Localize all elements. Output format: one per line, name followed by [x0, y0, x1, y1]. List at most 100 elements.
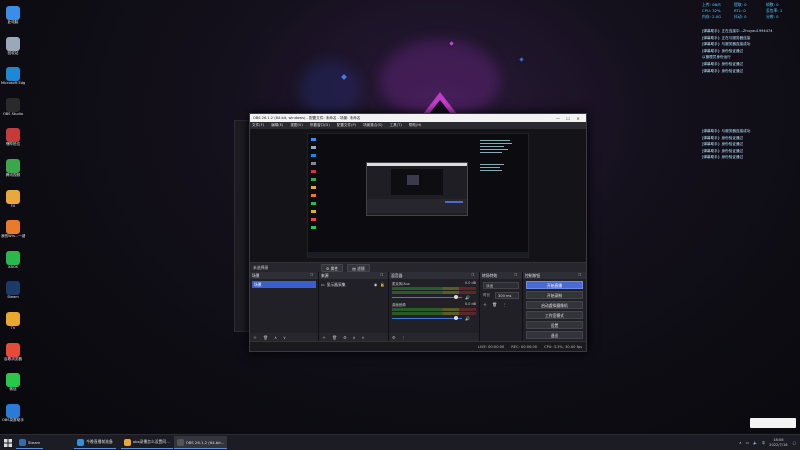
start-virtual-camera-button[interactable]: 启动虚拟摄像机 — [526, 301, 583, 309]
nested-obs-window — [366, 162, 468, 216]
desktop-icon[interactable]: XBOX — [1, 250, 25, 269]
notification-icon[interactable]: ▢ — [793, 441, 796, 445]
volume-icon[interactable]: 🔈 — [753, 441, 757, 445]
speaker-icon[interactable]: 🔊 — [465, 295, 470, 300]
scene-item[interactable]: 场景 — [252, 281, 316, 288]
obs-titlebar[interactable]: OBS 26.1.2 (64-bit, windows) - 配置文件: 未命名… — [250, 114, 586, 122]
desktop-icon[interactable]: OBS录屏助手 — [1, 403, 25, 422]
exit-button[interactable]: 退出 — [526, 331, 583, 339]
sources-header: 来源 — [321, 273, 329, 278]
desktop-icon[interactable]: Steam — [1, 281, 25, 299]
speaker-icon[interactable]: 🔊 — [465, 316, 470, 321]
add-source-icon[interactable]: ＋ — [322, 335, 326, 341]
move-up-icon[interactable]: ∧ — [353, 335, 356, 340]
desktop-icon[interactable]: 谷歌浏览器 — [1, 342, 25, 361]
move-down-icon[interactable]: ∨ — [283, 335, 286, 340]
taskbar-item-notes[interactable]: 今晚直播前准备 — [74, 436, 116, 449]
properties-label: 属性 — [330, 266, 339, 271]
app-icon — [6, 189, 20, 204]
preview-area — [250, 129, 586, 262]
menu-item[interactable]: 工具(T) — [390, 123, 402, 128]
ime-icon[interactable]: 中 — [762, 441, 766, 446]
desktop-icon[interactable]: TV — [1, 312, 25, 330]
tray-chevron-icon[interactable]: ∧ — [739, 441, 742, 445]
add-transition-icon[interactable]: ＋ — [483, 302, 487, 308]
close-icon[interactable]: ✕ — [573, 116, 583, 121]
menu-item[interactable]: 编辑(E) — [271, 123, 283, 128]
duration-label: 时长 — [483, 293, 491, 297]
menu-item[interactable]: 视图(V) — [290, 123, 302, 128]
clock[interactable]: 18:06 2022/7/16 — [769, 438, 787, 447]
network-icon[interactable]: ▭ — [746, 441, 749, 445]
taskbar-item-label: Steam — [28, 439, 41, 445]
volume-meter — [392, 291, 476, 294]
desktop-icon[interactable]: 嘿哔抢位 — [1, 128, 25, 146]
more-options-icon[interactable]: ⋮ — [402, 335, 406, 340]
volume-slider[interactable]: 🔊 — [392, 295, 476, 300]
desktop-icon[interactable]: FX — [1, 189, 25, 208]
remove-source-icon[interactable]: 🗑 — [332, 335, 337, 340]
properties-button[interactable]: ⚙ 属性 — [321, 264, 344, 272]
menu-item[interactable]: 帮助(H) — [409, 123, 422, 128]
dock-float-icon[interactable]: ❐ — [578, 272, 586, 279]
taskbar-item-steam[interactable]: Steam — [16, 436, 44, 449]
settings-button[interactable]: 设置 — [526, 321, 583, 329]
desktop-icon-label: OBS Studio — [2, 111, 24, 116]
remove-transition-icon[interactable]: 🗑 — [492, 302, 497, 308]
desktop-icon[interactable]: 此电脑 — [1, 6, 25, 24]
move-down-icon[interactable]: ∨ — [362, 335, 365, 340]
dock-float-icon[interactable]: ❐ — [471, 272, 479, 279]
source-settings-icon[interactable]: ⚙ — [343, 335, 347, 340]
preview-canvas[interactable] — [307, 133, 529, 258]
start-button[interactable] — [0, 435, 16, 450]
start-streaming-button[interactable]: 开始直播 — [526, 281, 583, 289]
taskbar-item-browser[interactable]: obs录播怎么设置同... — [120, 436, 173, 449]
desktop-icon[interactable]: OBS Studio — [1, 97, 25, 116]
minimize-icon[interactable]: — — [553, 116, 563, 121]
stat-value: 抖动: 0 — [734, 14, 747, 19]
desktop-icon-label: TV — [10, 326, 16, 330]
desktop-icon[interactable]: 回收站 — [1, 36, 25, 55]
transition-settings-icon[interactable]: ⋮ — [502, 302, 506, 308]
menu-item[interactable]: 停靠窗口(D) — [310, 123, 330, 128]
desktop-icon[interactable]: Microsoft Edge — [1, 67, 25, 85]
menu-item[interactable]: 文件(F) — [252, 123, 264, 128]
log-line: 以管理员身份运行 — [702, 55, 731, 60]
desktop-icon[interactable]: 腾讯视频 — [1, 159, 25, 177]
move-up-icon[interactable]: ∧ — [274, 335, 277, 340]
start-recording-button[interactable]: 开始录制 — [526, 291, 583, 299]
nested-desktop-icons — [311, 138, 316, 248]
channel-name: 麦克风/Aux — [392, 282, 410, 286]
taskbar-item-obs[interactable]: OBS 26.1.2 (64-bit... — [173, 436, 228, 449]
desktop-icon-label: OBS录屏助手 — [2, 417, 24, 422]
maximize-icon[interactable]: ☐ — [563, 116, 573, 121]
mixer-channel-mic: 麦克风/Aux 0.0 dB 🔊 — [389, 279, 479, 300]
log-line: [弹幕助手]: 与服务器连接成功 — [702, 129, 751, 133]
desktop-icon[interactable]: 我的Win...一键重装 — [1, 220, 25, 238]
menu-item[interactable]: 配置文件(P) — [337, 123, 356, 128]
mixer-header: 混音器 — [391, 273, 403, 278]
rec-status: REC: 00:00:00 — [511, 344, 538, 349]
duration-input[interactable]: 300 ms — [495, 292, 519, 299]
filters-button[interactable]: ▤ 滤镜 — [347, 264, 370, 272]
app-icon — [6, 250, 20, 265]
volume-slider[interactable]: 🔊 — [392, 316, 476, 321]
scenes-header: 场景 — [252, 273, 260, 278]
gear-icon: ⚙ — [326, 266, 330, 271]
transition-type-select[interactable]: 淡出 — [483, 282, 519, 289]
dock-float-icon[interactable]: ❐ — [310, 272, 318, 279]
notification-toast[interactable] — [750, 418, 796, 428]
desktop-icon[interactable]: 微信 — [1, 373, 25, 391]
nested-taskbar — [308, 252, 528, 257]
background-window[interactable] — [234, 120, 250, 332]
mixer-settings-icon[interactable]: ⚙ — [392, 335, 396, 340]
lock-icon[interactable]: 🔓 — [380, 281, 386, 288]
studio-mode-button[interactable]: 工作室模式 — [526, 311, 583, 319]
scenes-dock: 场景 ❐ 场景 ＋ 🗑 ∧ ∨ — [250, 272, 319, 342]
menu-item[interactable]: 场景集合(S) — [363, 123, 382, 128]
add-scene-icon[interactable]: ＋ — [253, 335, 257, 341]
dock-float-icon[interactable]: ❐ — [514, 272, 522, 279]
source-item[interactable]: ▭ 显示器采集 ◉ 🔓 — [321, 281, 386, 288]
dock-float-icon[interactable]: ❐ — [380, 272, 388, 279]
remove-scene-icon[interactable]: 🗑 — [263, 335, 268, 340]
